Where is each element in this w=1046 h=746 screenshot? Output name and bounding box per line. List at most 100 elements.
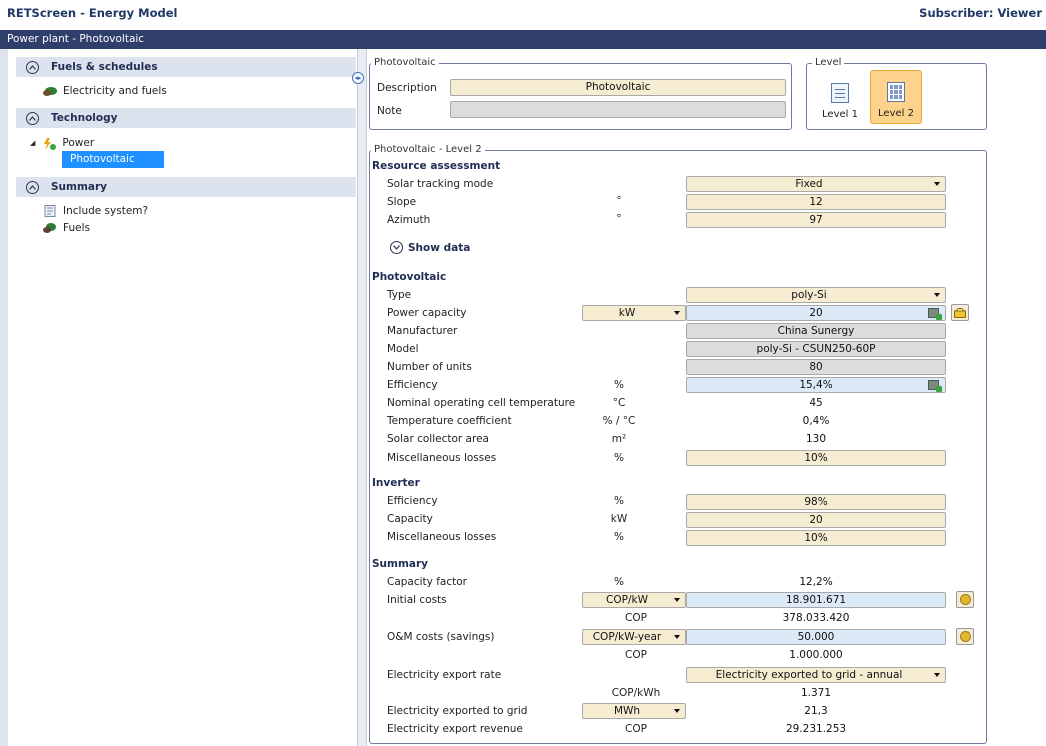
resource-assessment-heading: Resource assessment (372, 160, 501, 172)
database-icon (954, 307, 966, 318)
calculator-icon[interactable] (928, 308, 942, 320)
export-rate-select[interactable]: Electricity exported to grid - annual (686, 667, 946, 683)
exported-value: 21,3 (804, 705, 828, 717)
azimuth-field[interactable]: 97 (686, 212, 946, 228)
om-costs-unit-select[interactable]: COP/kW-year (582, 629, 686, 645)
initial-costs-field[interactable]: 18.901.671 (686, 592, 946, 608)
pv-misc-losses-label: Miscellaneous losses (387, 452, 497, 464)
level-legend: Level (812, 57, 845, 68)
coin-icon (959, 631, 971, 642)
collapse-icon[interactable] (26, 60, 39, 74)
subscriber-label: Subscriber: Viewer (919, 6, 1042, 20)
product-database-button[interactable] (951, 304, 969, 321)
chevron-down-icon (934, 293, 940, 297)
om-cost-detail-button[interactable] (956, 628, 974, 645)
exported-unit: MWh (613, 705, 641, 717)
power-capacity-label: Power capacity (387, 307, 467, 319)
expand-icon (390, 241, 403, 254)
capacity-factor-unit: % (614, 576, 624, 588)
export-rate-number: 1.371 (800, 687, 832, 699)
collapse-pane-icon[interactable]: ◂▸ (352, 72, 364, 84)
export-rate-label: Electricity export rate (387, 669, 502, 681)
photovoltaic-heading: Photovoltaic (372, 271, 447, 283)
description-field[interactable]: Photovoltaic (450, 79, 786, 96)
units-label: Number of units (387, 361, 472, 373)
type-value: poly-Si (791, 289, 827, 301)
om-costs-label: O&M costs (savings) (387, 631, 495, 643)
tracking-mode-value: Fixed (795, 178, 823, 190)
calculator-icon[interactable] (928, 380, 942, 392)
level-2-icon (887, 82, 905, 102)
pv-efficiency-value: 15,4% (799, 379, 833, 391)
pv-efficiency-unit: % (614, 379, 624, 391)
sidebar-item-photovoltaic[interactable]: Photovoltaic (62, 151, 164, 168)
om-costs-field[interactable]: 50.000 (686, 629, 946, 645)
summary-heading: Summary (372, 558, 429, 570)
manufacturer-label: Manufacturer (387, 325, 458, 337)
inverter-misc-losses-field[interactable]: 10% (686, 530, 946, 546)
chevron-down-icon (674, 635, 680, 639)
revenue-unit: COP (625, 723, 647, 735)
initial-total-value: 378.033.420 (782, 612, 850, 624)
level-1-label: Level 1 (822, 109, 858, 120)
document-icon (42, 205, 58, 217)
slope-unit: ° (616, 195, 622, 207)
azimuth-label: Azimuth (387, 214, 431, 226)
capacity-factor-value: 12,2% (799, 576, 833, 588)
inverter-capacity-unit: kW (610, 513, 628, 525)
section-fuels-schedules[interactable]: Fuels & schedules (16, 57, 356, 77)
type-label: Type (387, 289, 412, 301)
initial-total-unit: COP (625, 612, 647, 624)
cost-detail-button[interactable] (956, 591, 974, 608)
collapse-icon[interactable] (26, 180, 39, 194)
inverter-capacity-label: Capacity (387, 513, 433, 525)
power-capacity-unit-select[interactable]: kW (582, 305, 686, 321)
sidebar-item-electricity-fuels[interactable]: Electricity and fuels (8, 82, 167, 100)
manufacturer-field: China Sunergy (686, 323, 946, 339)
sidebar-item-label: Fuels (63, 222, 90, 234)
sidebar-item-power[interactable]: ◢ Power (0, 134, 94, 152)
pane-splitter[interactable] (358, 49, 367, 746)
level-2-button[interactable]: Level 2 (870, 70, 922, 124)
tracking-mode-label: Solar tracking mode (387, 178, 494, 190)
pv-efficiency-field[interactable]: 15,4% (686, 377, 946, 393)
section-summary[interactable]: Summary (16, 177, 356, 197)
power-icon (41, 137, 57, 150)
power-capacity-field[interactable]: 20 (686, 305, 946, 321)
revenue-value: 29.231.253 (785, 723, 847, 735)
inverter-efficiency-field[interactable]: 98% (686, 494, 946, 510)
section-label: Technology (51, 112, 118, 124)
collapse-icon[interactable] (26, 111, 39, 125)
inverter-capacity-field[interactable]: 20 (686, 512, 946, 528)
level-1-button[interactable]: Level 1 (814, 70, 866, 124)
om-costs-unit: COP/kW-year (592, 631, 662, 643)
pv-misc-losses-field[interactable]: 10% (686, 450, 946, 466)
export-rate-value: Electricity exported to grid - annual (715, 669, 903, 681)
show-data-toggle[interactable]: Show data (390, 241, 470, 254)
chevron-down-icon (674, 598, 680, 602)
initial-costs-unit: COP/kW (606, 594, 648, 606)
exported-unit-select[interactable]: MWh (582, 703, 686, 719)
sidebar-item-label: Power (62, 137, 95, 149)
slope-field[interactable]: 12 (686, 194, 946, 210)
note-field[interactable] (450, 101, 786, 118)
sidebar-item-include-system[interactable]: Include system? (8, 202, 148, 220)
power-capacity-unit: kW (618, 307, 636, 319)
sidebar-item-label: Electricity and fuels (63, 85, 167, 97)
sidebar-item-fuels[interactable]: Fuels (8, 219, 90, 237)
chevron-down-icon (934, 673, 940, 677)
om-total-value: 1.000.000 (789, 649, 843, 661)
revenue-label: Electricity export revenue (387, 723, 523, 735)
photovoltaic-groupbox (369, 63, 792, 130)
collector-area-value: 130 (805, 433, 827, 445)
slope-label: Slope (387, 196, 417, 208)
tree-expand-icon[interactable]: ◢ (30, 139, 35, 147)
units-field: 80 (686, 359, 946, 375)
tracking-mode-select[interactable]: Fixed (686, 176, 946, 192)
azimuth-unit: ° (616, 213, 622, 225)
type-select[interactable]: poly-Si (686, 287, 946, 303)
initial-costs-unit-select[interactable]: COP/kW (582, 592, 686, 608)
collector-area-label: Solar collector area (387, 433, 489, 445)
level-2-label: Level 2 (878, 108, 914, 119)
section-technology[interactable]: Technology (16, 108, 356, 128)
